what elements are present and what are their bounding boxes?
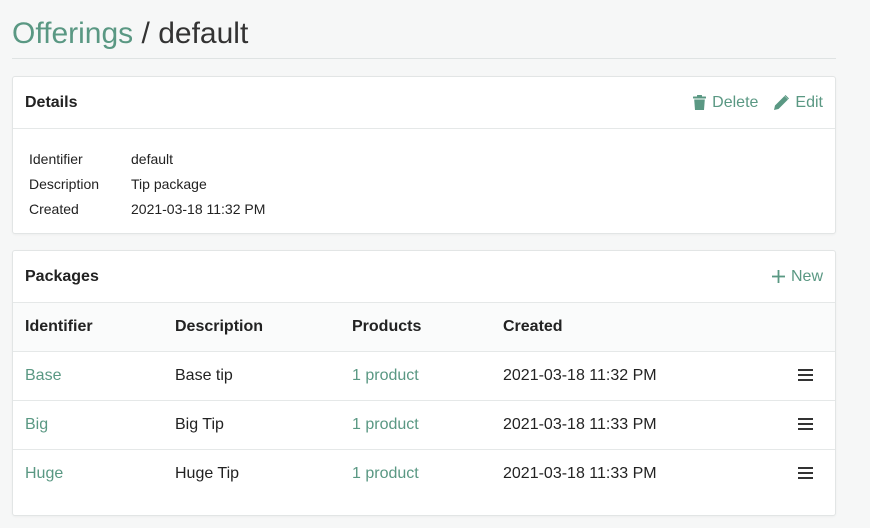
packages-table: Identifier Description Products Created … — [13, 303, 835, 498]
details-card: Details Delete Edit Identifier default D… — [12, 76, 836, 234]
details-actions: Delete Edit — [677, 94, 823, 112]
packages-header: Packages New — [13, 251, 835, 303]
edit-label: Edit — [795, 93, 823, 111]
table-row: Big Big Tip 1 product 2021-03-18 11:33 P… — [13, 400, 835, 450]
table-header-row: Identifier Description Products Created — [13, 303, 835, 352]
page-title: Offerings / default — [12, 14, 836, 54]
page-header: Offerings / default — [12, 14, 836, 59]
new-label: New — [790, 267, 823, 285]
breadcrumb-offerings-link[interactable]: Offerings — [12, 17, 133, 50]
detail-label: Description — [29, 176, 100, 192]
edit-button[interactable]: Edit — [774, 94, 823, 112]
package-products-link[interactable]: 1 product — [352, 367, 419, 384]
package-description: Base tip — [163, 351, 340, 401]
detail-label: Created — [29, 201, 79, 217]
detail-row-identifier: Identifier default — [29, 147, 819, 172]
hamburger-menu-icon[interactable] — [798, 464, 813, 482]
delete-label: Delete — [712, 93, 759, 111]
detail-value: Tip package — [131, 176, 207, 192]
trash-icon — [693, 95, 707, 110]
column-header-description[interactable]: Description — [163, 303, 340, 352]
package-identifier-link[interactable]: Huge — [25, 465, 63, 482]
package-identifier-link[interactable]: Big — [25, 416, 48, 433]
column-header-actions — [761, 303, 835, 352]
column-header-identifier[interactable]: Identifier — [13, 303, 163, 352]
package-created: 2021-03-18 11:33 PM — [503, 464, 657, 482]
detail-row-description: Description Tip package — [29, 172, 819, 197]
package-description: Big Tip — [163, 400, 340, 450]
packages-card: Packages New Identifier Description Prod… — [12, 250, 836, 516]
hamburger-menu-icon[interactable] — [798, 366, 813, 384]
hamburger-menu-icon[interactable] — [798, 415, 813, 433]
package-products-link[interactable]: 1 product — [352, 465, 419, 482]
column-header-products[interactable]: Products — [340, 303, 491, 352]
breadcrumb-current: default — [158, 17, 249, 50]
package-products-link[interactable]: 1 product — [352, 416, 419, 433]
column-header-created[interactable]: Created — [491, 303, 761, 352]
package-description: Huge Tip — [175, 464, 240, 482]
detail-label: Identifier — [29, 151, 83, 167]
detail-value: 2021-03-18 11:32 PM — [131, 201, 266, 217]
breadcrumb-separator: / — [141, 17, 150, 50]
detail-row-created: Created 2021-03-18 11:32 PM — [29, 197, 819, 222]
new-package-button[interactable]: New — [771, 267, 823, 286]
table-row: Huge Huge Tip 1 product 2021-03-18 11:33… — [13, 449, 835, 498]
table-row: Base Base tip 1 product 2021-03-18 11:32… — [13, 351, 835, 401]
plus-icon — [771, 270, 785, 283]
packages-actions: New — [756, 268, 823, 286]
packages-title: Packages — [25, 267, 99, 285]
delete-button[interactable]: Delete — [693, 94, 758, 112]
detail-value: default — [131, 151, 174, 167]
package-created: 2021-03-18 11:32 PM — [491, 351, 761, 401]
details-title: Details — [25, 93, 78, 111]
details-header: Details Delete Edit — [13, 77, 835, 129]
pencil-icon — [774, 95, 790, 110]
details-body: Identifier default Description Tip packa… — [13, 129, 835, 222]
package-identifier-link[interactable]: Base — [25, 367, 61, 384]
package-created: 2021-03-18 11:33 PM — [491, 400, 761, 450]
